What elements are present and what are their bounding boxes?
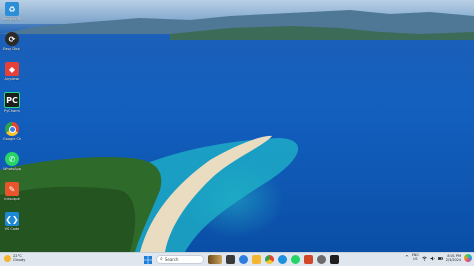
desktop-wallpaper: ♻ Recycle Bin ⟳ Easy Disk Recovery ◆ Any… xyxy=(0,0,474,252)
desktop-icon-pycharm[interactable]: PC PyCharm xyxy=(3,92,21,113)
vscode-icon: ❮❯ xyxy=(5,212,19,226)
desktop-icon-easy-disk-recovery[interactable]: ⟳ Easy Disk Recovery xyxy=(3,32,21,51)
chrome-taskbar-icon[interactable] xyxy=(265,255,274,264)
chrome-icon xyxy=(5,122,19,136)
wifi-icon[interactable] xyxy=(422,256,427,261)
copilot-tray-icon[interactable] xyxy=(464,254,472,262)
whatsapp-icon: ✆ xyxy=(5,152,19,166)
pycharm-icon: PC xyxy=(4,92,20,108)
weather-condition: Cloudy xyxy=(13,258,26,262)
inkscape-icon: ✎ xyxy=(5,182,19,196)
taskbar-search-box[interactable]: ⌕ Search xyxy=(156,255,204,264)
desktop-icon-vscode[interactable]: ❮❯ VS Code xyxy=(3,212,21,231)
volume-icon[interactable] xyxy=(430,256,435,261)
battery-icon[interactable] xyxy=(437,256,443,261)
taskbar-widget-banner[interactable] xyxy=(208,255,222,264)
wallpaper-beach-island xyxy=(0,135,299,252)
pycharm-taskbar-icon[interactable] xyxy=(330,255,339,264)
desktop-icon-google-chrome[interactable]: Google Chrome xyxy=(3,122,21,141)
powerpoint-taskbar-icon[interactable] xyxy=(304,255,313,264)
search-icon: ⌕ xyxy=(160,256,163,262)
desktop-icon-whatsapp[interactable]: ✆ WhatsApp xyxy=(3,152,21,171)
settings-gear-icon[interactable] xyxy=(317,255,326,264)
anydesk-icon: ◆ xyxy=(5,62,19,76)
desktop-icon-recycle-bin[interactable]: ♻ Recycle Bin xyxy=(3,2,21,21)
whatsapp-taskbar-icon[interactable] xyxy=(291,255,300,264)
search-placeholder: Search xyxy=(164,257,179,262)
weather-widget[interactable]: 22°C Cloudy xyxy=(4,254,25,262)
chevron-up-icon[interactable]: ^ xyxy=(405,255,409,261)
clock-date: 2/3/2024 xyxy=(445,258,461,262)
weather-cloud-sun-icon xyxy=(4,254,11,262)
desktop-icon-inkscape[interactable]: ✎ Inkscape xyxy=(3,182,21,201)
taskbar-clock[interactable]: 8:01 PM 2/3/2024 xyxy=(446,254,461,262)
disk-recovery-icon: ⟳ xyxy=(5,32,19,46)
task-view-icon[interactable] xyxy=(226,255,235,264)
language-indicator[interactable]: ENG US xyxy=(412,254,419,261)
start-button-windows-icon[interactable] xyxy=(144,256,152,264)
desktop-icon-anydesk[interactable]: ◆ Anydesk xyxy=(3,62,21,81)
copilot-taskbar-icon[interactable] xyxy=(239,255,248,264)
taskbar: 22°C Cloudy ⌕ Search ^ ENG US 8:01 PM 2/… xyxy=(0,252,474,266)
system-tray: ^ ENG US 8:01 PM 2/3/2024 xyxy=(405,254,472,262)
edge-taskbar-icon[interactable] xyxy=(278,255,287,264)
file-explorer-icon[interactable] xyxy=(252,255,261,264)
recycle-bin-icon: ♻ xyxy=(5,2,19,16)
